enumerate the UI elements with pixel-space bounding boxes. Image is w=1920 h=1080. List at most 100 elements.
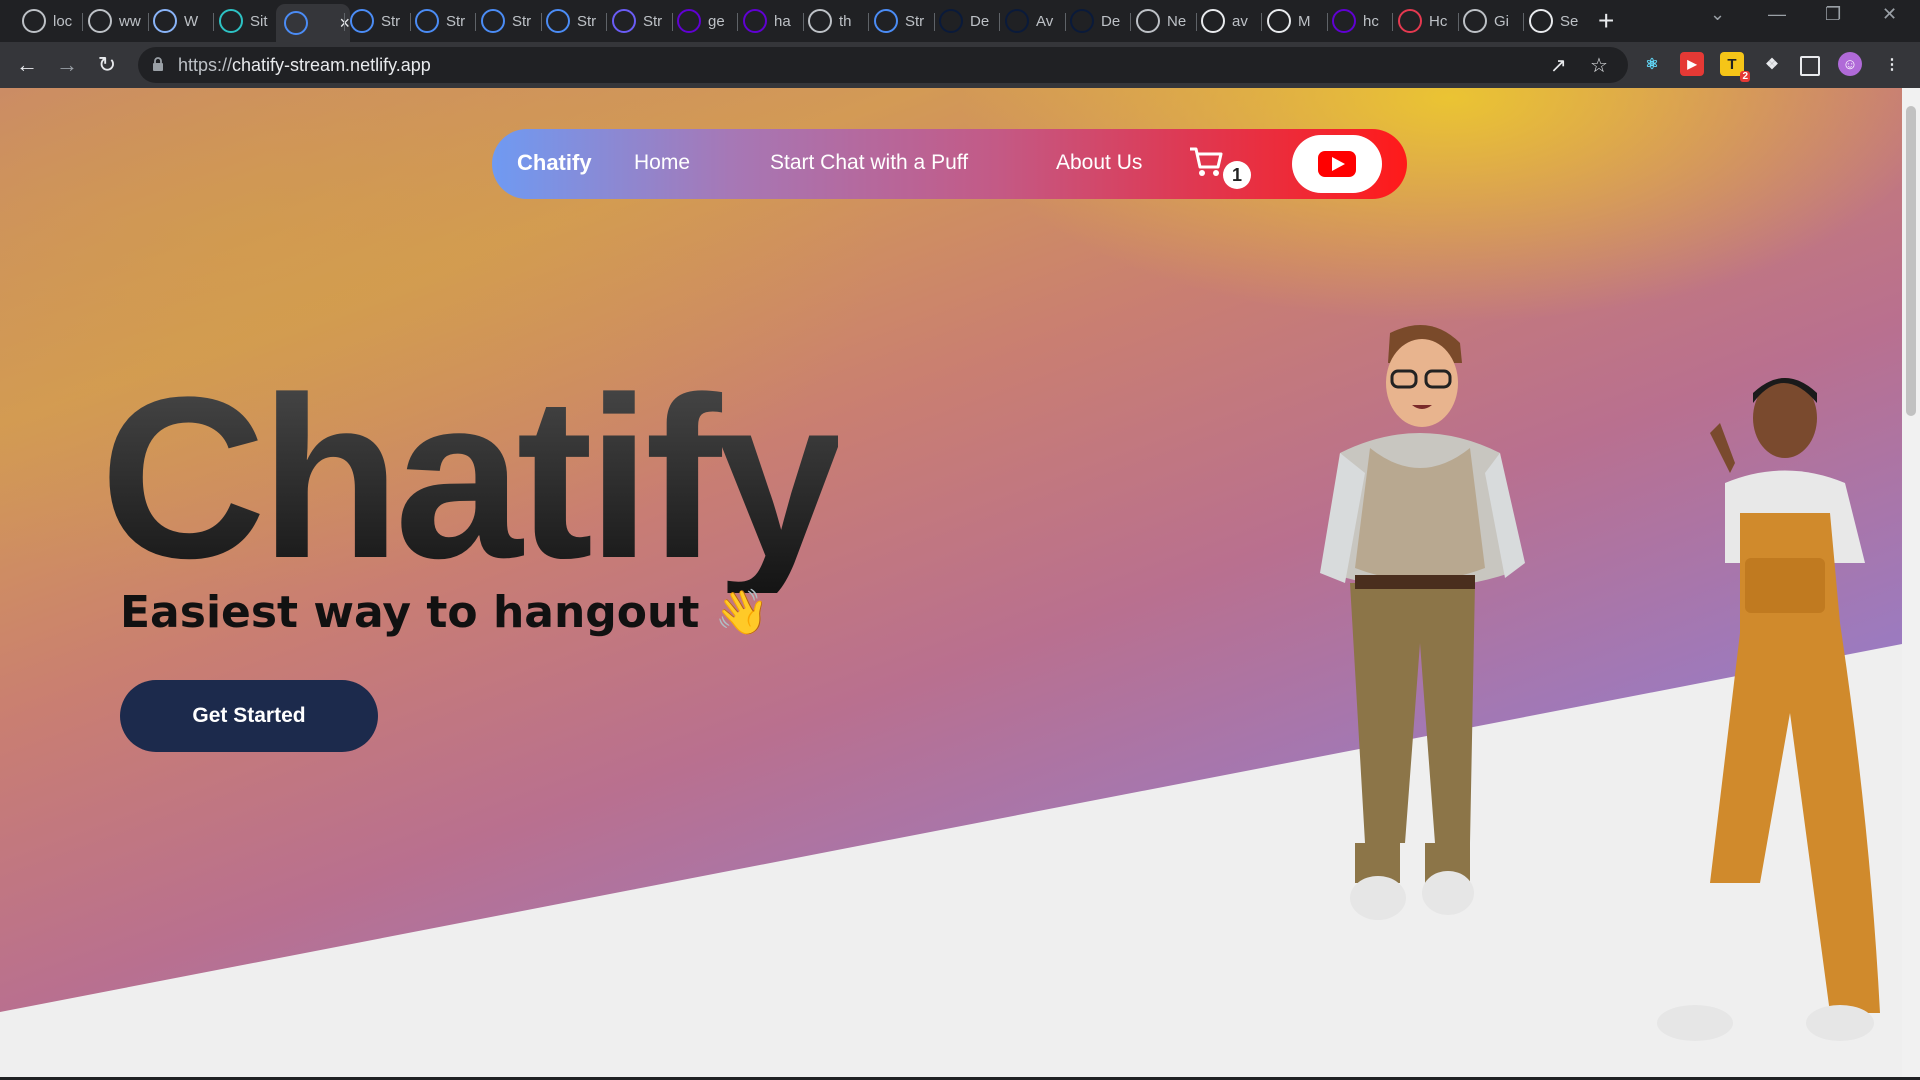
youtube-icon (1318, 151, 1356, 177)
browser-tab[interactable]: ha (743, 4, 799, 38)
woman-in-overalls-illustration (1657, 378, 1880, 1041)
tab-separator (934, 13, 935, 31)
tab-search-icon[interactable]: ⌄ (1710, 4, 1725, 25)
tab-separator (1261, 13, 1262, 31)
minimize-button[interactable]: — (1768, 4, 1786, 25)
browser-tab[interactable]: W (153, 4, 209, 38)
yahoo-icon (1332, 9, 1356, 33)
avatar[interactable]: ☺ (1838, 52, 1862, 76)
tab-separator (606, 13, 607, 31)
browser-tab[interactable]: Sit (219, 4, 275, 38)
browser-tab[interactable]: hc (1332, 4, 1388, 38)
youtube-button[interactable] (1292, 135, 1382, 193)
crown-icon (874, 9, 898, 33)
d-icon (1070, 9, 1094, 33)
tab-title: Str (905, 12, 925, 30)
crown-icon (546, 9, 570, 33)
tab-title: Str (512, 12, 532, 30)
tab-title: M (1298, 12, 1311, 30)
browser-tab[interactable]: av (1201, 4, 1257, 38)
close-window-button[interactable]: ✕ (1882, 4, 1897, 25)
tab-separator (475, 13, 476, 31)
browser-tab[interactable]: Av (1005, 4, 1061, 38)
share-icon[interactable]: ↗ (1550, 53, 1567, 78)
tab-title: De (970, 12, 990, 30)
tab-separator (999, 13, 1000, 31)
get-started-button[interactable]: Get Started (120, 680, 378, 752)
bookmark-star-icon[interactable]: ☆ (1590, 53, 1608, 78)
tab-title: Str (446, 12, 466, 30)
browser-tab[interactable]: Str (415, 4, 471, 38)
tab-separator (148, 13, 149, 31)
browser-tab[interactable]: ww (88, 4, 144, 38)
page-viewport: Chatify Home Start Chat with a Puff Abou… (0, 88, 1902, 1077)
tab-separator (1327, 13, 1328, 31)
nav-link-start-chat[interactable]: Start Chat with a Puff (770, 151, 968, 175)
tab-separator (737, 13, 738, 31)
lock-icon (153, 57, 163, 71)
browser-tab[interactable]: ge (677, 4, 733, 38)
browser-tab[interactable]: M (1267, 4, 1323, 38)
extension-t-icon[interactable]: T2 (1720, 52, 1750, 82)
tab-title: Hc (1429, 12, 1448, 30)
menu-icon[interactable]: ⋮ (1880, 52, 1904, 76)
puzzle-icon[interactable]: ❖ (1760, 52, 1784, 76)
page-scrollbar[interactable] (1902, 88, 1920, 1077)
tab-separator (868, 13, 869, 31)
yahoo-icon (743, 9, 767, 33)
browser-tab[interactable]: Str (350, 4, 406, 38)
tab-separator (541, 13, 542, 31)
d-icon (939, 9, 963, 33)
react-devtools-icon[interactable]: ⚛ (1640, 52, 1664, 76)
tab-title: Str (643, 12, 663, 30)
tab-title: th (839, 12, 852, 30)
extension-red-icon[interactable]: ▶ (1680, 52, 1704, 76)
browser-tab[interactable]: Hc (1398, 4, 1454, 38)
hero-tagline: Easiest way to hangout 👋 (120, 587, 770, 638)
tab-separator (1392, 13, 1393, 31)
yahoo-icon (677, 9, 701, 33)
tab-title: Str (381, 12, 401, 30)
tab-title: Gi (1494, 12, 1509, 30)
tab-separator (1458, 13, 1459, 31)
tab-title: Sit (250, 12, 268, 30)
tab-title: Ne (1167, 12, 1187, 30)
tab-separator (213, 13, 214, 31)
reload-button[interactable]: ↻ (92, 50, 122, 80)
nav-link-about[interactable]: About Us (1056, 151, 1142, 175)
browser-tab[interactable]: Str (546, 4, 602, 38)
browser-tab[interactable]: Se (1529, 4, 1585, 38)
crown-icon (350, 9, 374, 33)
browser-tab[interactable]: th (808, 4, 864, 38)
browser-tab[interactable]: Ne (1136, 4, 1192, 38)
browser-tab[interactable]: Str (612, 4, 668, 38)
tab-separator (1523, 13, 1524, 31)
gear-icon (1529, 9, 1553, 33)
tab-separator (410, 13, 411, 31)
s-icon (612, 9, 636, 33)
browser-tab[interactable]: × (276, 4, 350, 42)
browser-tab[interactable]: loc (22, 4, 78, 38)
crown-icon (22, 9, 46, 33)
new-tab-button[interactable]: + (1598, 6, 1614, 36)
tab-separator (344, 13, 345, 31)
side-panel-icon[interactable] (1800, 56, 1820, 76)
tab-separator (82, 13, 83, 31)
browser-tab[interactable]: De (939, 4, 995, 38)
scrollbar-thumb[interactable] (1906, 106, 1916, 416)
address-bar[interactable]: https://chatify-stream.netlify.app ↗ ☆ (138, 47, 1628, 83)
nav-link-home[interactable]: Home (634, 151, 690, 175)
browser-tab[interactable]: De (1070, 4, 1126, 38)
crown-icon (481, 9, 505, 33)
browser-toolbar: ← → ↻ https://chatify-stream.netlify.app… (0, 42, 1920, 88)
back-button[interactable]: ← (12, 50, 42, 80)
cart-icon[interactable] (1188, 145, 1224, 179)
forward-button[interactable]: → (52, 50, 82, 80)
music-icon (1398, 9, 1422, 33)
nav-brand[interactable]: Chatify (517, 150, 592, 176)
browser-tab[interactable]: Gi (1463, 4, 1519, 38)
globe-icon (808, 9, 832, 33)
restore-button[interactable]: ❐ (1825, 4, 1841, 25)
browser-tab[interactable]: Str (481, 4, 537, 38)
browser-tab[interactable]: Str (874, 4, 930, 38)
